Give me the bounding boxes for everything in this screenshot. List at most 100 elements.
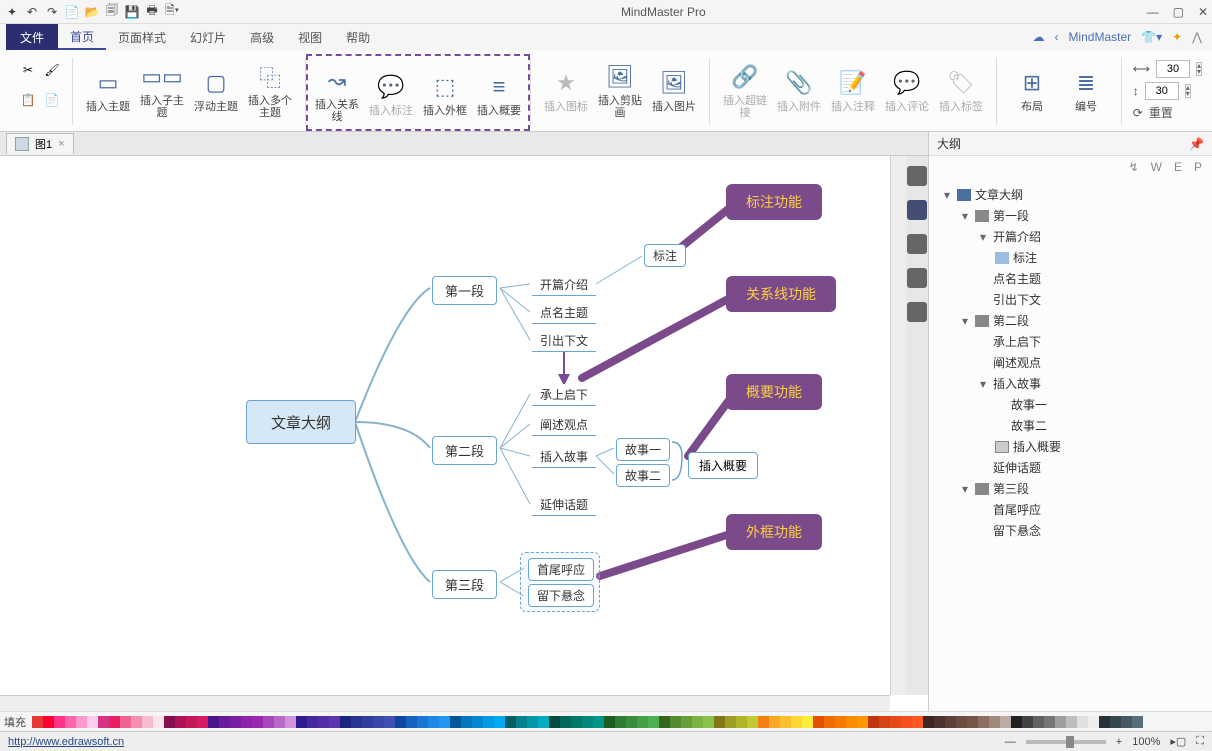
insert-attachment-button[interactable]: 📎插入附件 bbox=[772, 54, 826, 126]
outline-row[interactable]: ▾第二段 bbox=[933, 310, 1208, 331]
color-swatch[interactable] bbox=[923, 716, 934, 728]
color-swatch[interactable] bbox=[120, 716, 131, 728]
color-swatch[interactable] bbox=[153, 716, 164, 728]
color-swatch[interactable] bbox=[934, 716, 945, 728]
color-swatch[interactable] bbox=[989, 716, 1000, 728]
color-swatch[interactable] bbox=[681, 716, 692, 728]
color-swatch[interactable] bbox=[131, 716, 142, 728]
color-swatch[interactable] bbox=[87, 716, 98, 728]
maximize-button[interactable]: ▢ bbox=[1173, 5, 1184, 19]
color-swatch[interactable] bbox=[780, 716, 791, 728]
undo-icon[interactable]: ↶ bbox=[24, 4, 40, 20]
color-swatch[interactable] bbox=[582, 716, 593, 728]
redo-icon[interactable]: ↷ bbox=[44, 4, 60, 20]
width-spinner[interactable]: ▴▾ bbox=[1196, 62, 1202, 76]
paste-button[interactable]: 📄 bbox=[40, 88, 64, 112]
zoom-out-button[interactable]: — bbox=[1005, 736, 1016, 748]
close-button[interactable]: ✕ bbox=[1198, 5, 1208, 19]
color-swatch[interactable] bbox=[54, 716, 65, 728]
color-swatch[interactable] bbox=[857, 716, 868, 728]
outline-tree[interactable]: ▾文章大纲▾第一段▾开篇介绍标注点名主题引出下文▾第二段承上启下阐述观点▾插入故… bbox=[929, 178, 1212, 711]
color-swatch[interactable] bbox=[890, 716, 901, 728]
puzzle-icon[interactable]: ✦ bbox=[1172, 30, 1182, 44]
color-swatch[interactable] bbox=[901, 716, 912, 728]
insert-note-button[interactable]: 📝插入注释 bbox=[826, 54, 880, 126]
color-swatch[interactable] bbox=[395, 716, 406, 728]
color-swatch[interactable] bbox=[736, 716, 747, 728]
root-node[interactable]: 文章大纲 bbox=[246, 400, 356, 444]
color-swatch[interactable] bbox=[648, 716, 659, 728]
color-swatch[interactable] bbox=[549, 716, 560, 728]
node-p3[interactable]: 第三段 bbox=[432, 570, 497, 599]
layout-button[interactable]: ⊞布局 bbox=[1005, 54, 1059, 126]
color-swatch[interactable] bbox=[1110, 716, 1121, 728]
outline-tab-e[interactable]: E bbox=[1174, 160, 1182, 174]
color-swatch[interactable] bbox=[351, 716, 362, 728]
color-swatch[interactable] bbox=[637, 716, 648, 728]
outline-row[interactable]: 故事一 bbox=[933, 394, 1208, 415]
color-swatch[interactable] bbox=[109, 716, 120, 728]
color-swatch[interactable] bbox=[1000, 716, 1011, 728]
node-p2-3[interactable]: 插入故事 bbox=[532, 446, 596, 468]
color-swatch[interactable] bbox=[406, 716, 417, 728]
minimize-button[interactable]: — bbox=[1147, 5, 1159, 19]
floating-topic-button[interactable]: ▢浮动主题 bbox=[189, 54, 243, 126]
outline-row[interactable]: ▾第一段 bbox=[933, 205, 1208, 226]
outline-row[interactable]: ▾开篇介绍 bbox=[933, 226, 1208, 247]
insert-subtopic-button[interactable]: ▭▭插入子主题 bbox=[135, 54, 189, 126]
menu-1[interactable]: 页面样式 bbox=[106, 24, 178, 50]
cut-button[interactable]: ✂ bbox=[16, 58, 40, 82]
color-swatch[interactable] bbox=[142, 716, 153, 728]
open-icon[interactable]: 📂 bbox=[84, 4, 100, 20]
new-icon[interactable]: 📄 bbox=[64, 4, 80, 20]
node-p1-2[interactable]: 点名主题 bbox=[532, 302, 596, 324]
color-swatch[interactable] bbox=[373, 716, 384, 728]
print-icon[interactable]: 🖶 bbox=[144, 4, 160, 20]
color-swatch[interactable] bbox=[846, 716, 857, 728]
color-swatch[interactable] bbox=[758, 716, 769, 728]
color-swatch[interactable] bbox=[439, 716, 450, 728]
color-swatch[interactable] bbox=[428, 716, 439, 728]
node-p3-2[interactable]: 留下悬念 bbox=[528, 584, 594, 607]
outline-row[interactable]: 插入概要 bbox=[933, 436, 1208, 457]
canvas-workspace[interactable]: 文章大纲 第一段 第二段 第三段 开篇介绍 点名主题 引出下文 承上启下 阐述观… bbox=[0, 156, 890, 695]
outline-row[interactable]: ▾文章大纲 bbox=[933, 184, 1208, 205]
horizontal-scrollbar[interactable] bbox=[0, 695, 890, 711]
insert-image-button[interactable]: 🖼插入图片 bbox=[647, 54, 701, 126]
color-swatch[interactable] bbox=[659, 716, 670, 728]
sidetool-brush[interactable] bbox=[907, 166, 927, 186]
copy-button[interactable]: 📋 bbox=[16, 88, 40, 112]
color-swatch[interactable] bbox=[494, 716, 505, 728]
color-swatch[interactable] bbox=[417, 716, 428, 728]
insert-hyperlink-button[interactable]: 🔗插入超链接 bbox=[718, 54, 772, 126]
color-swatch[interactable] bbox=[769, 716, 780, 728]
outline-row[interactable]: 承上启下 bbox=[933, 331, 1208, 352]
color-swatch[interactable] bbox=[604, 716, 615, 728]
color-swatch[interactable] bbox=[703, 716, 714, 728]
vertical-scrollbar[interactable] bbox=[890, 156, 906, 695]
outline-row[interactable]: 标注 bbox=[933, 247, 1208, 268]
status-url[interactable]: http://www.edrawsoft.cn bbox=[8, 736, 124, 748]
pin-icon[interactable]: 📌 bbox=[1189, 137, 1204, 151]
callout-node[interactable]: 标注 bbox=[644, 244, 686, 267]
color-swatch[interactable] bbox=[1011, 716, 1022, 728]
color-swatch[interactable] bbox=[164, 716, 175, 728]
outline-row[interactable]: ▾插入故事 bbox=[933, 373, 1208, 394]
outline-tab-p[interactable]: P bbox=[1194, 160, 1202, 174]
node-p2-4[interactable]: 延伸话题 bbox=[532, 494, 596, 516]
color-swatch[interactable] bbox=[879, 716, 890, 728]
node-p2-1[interactable]: 承上启下 bbox=[532, 384, 596, 406]
save-as-icon[interactable]: 🗐 bbox=[104, 4, 120, 20]
insert-multi-topic-button[interactable]: ⿻插入多个主题 bbox=[243, 54, 297, 126]
insert-tag-button[interactable]: 🏷插入标签 bbox=[934, 54, 988, 126]
color-swatch[interactable] bbox=[43, 716, 54, 728]
node-story2[interactable]: 故事二 bbox=[616, 464, 670, 487]
color-swatch[interactable] bbox=[186, 716, 197, 728]
color-swatch[interactable] bbox=[1088, 716, 1099, 728]
color-swatch[interactable] bbox=[692, 716, 703, 728]
color-swatch[interactable] bbox=[725, 716, 736, 728]
outline-row[interactable]: 首尾呼应 bbox=[933, 499, 1208, 520]
format-painter-button[interactable]: 🖌 bbox=[40, 58, 64, 82]
summary-node[interactable]: 插入概要 bbox=[688, 452, 758, 479]
outline-row[interactable]: 延伸话题 bbox=[933, 457, 1208, 478]
